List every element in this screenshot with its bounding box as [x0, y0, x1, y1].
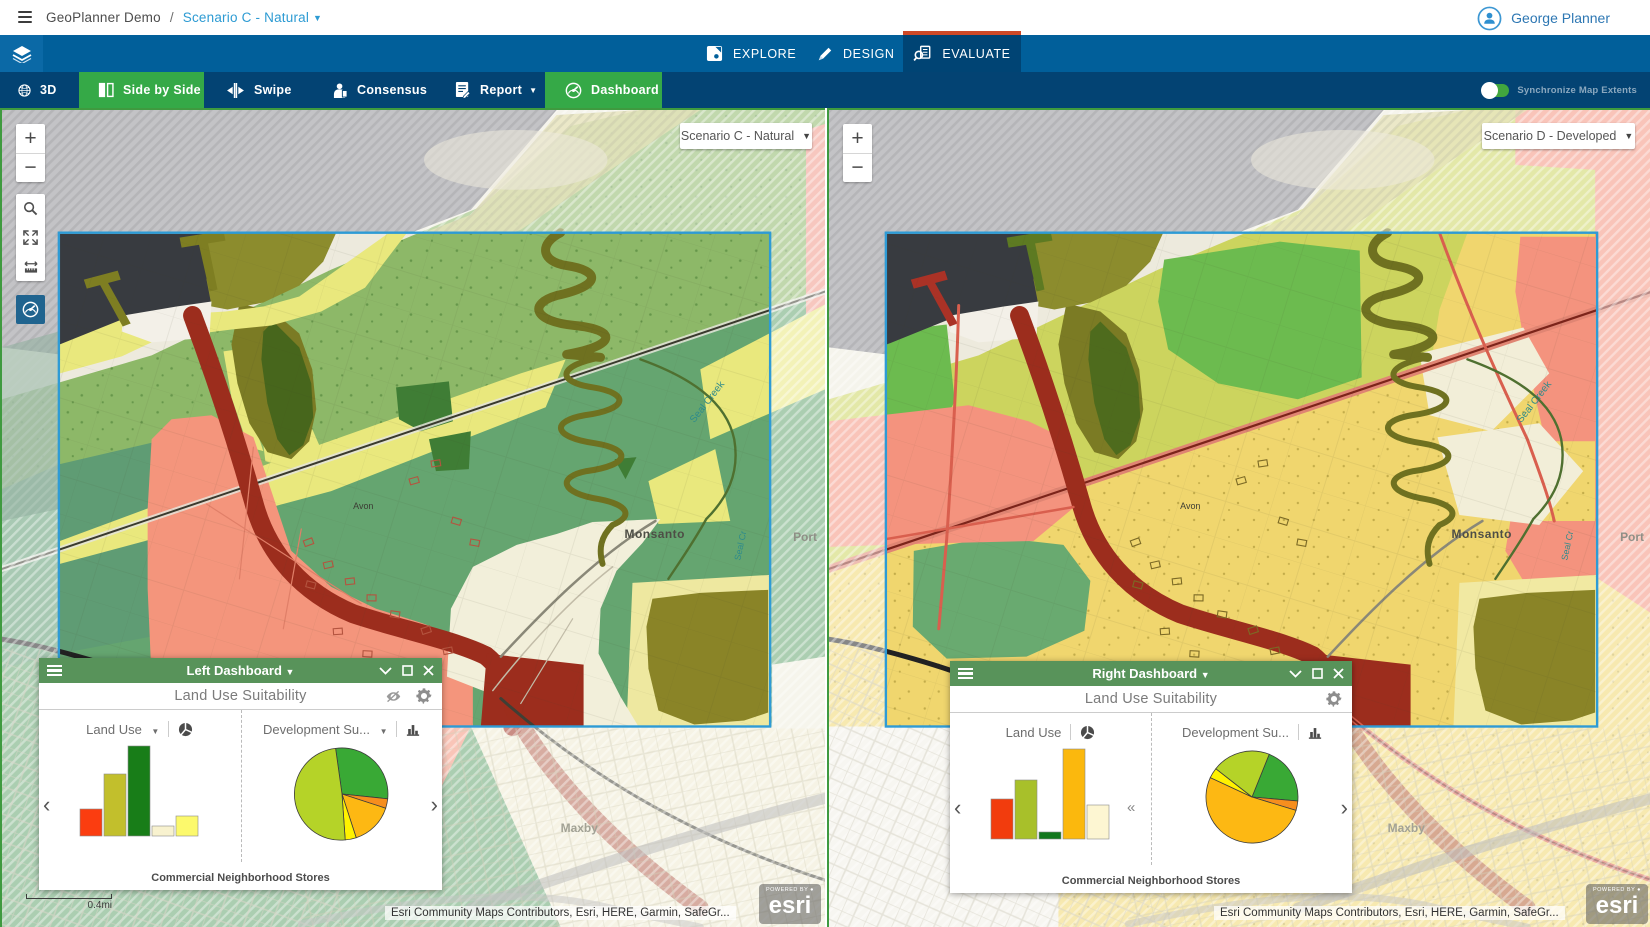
- svg-text:Maxby: Maxby: [561, 821, 599, 835]
- svg-text:Port: Port: [793, 530, 817, 544]
- svg-text:Maxby: Maxby: [1388, 821, 1426, 835]
- svg-text:Port: Port: [1620, 530, 1644, 544]
